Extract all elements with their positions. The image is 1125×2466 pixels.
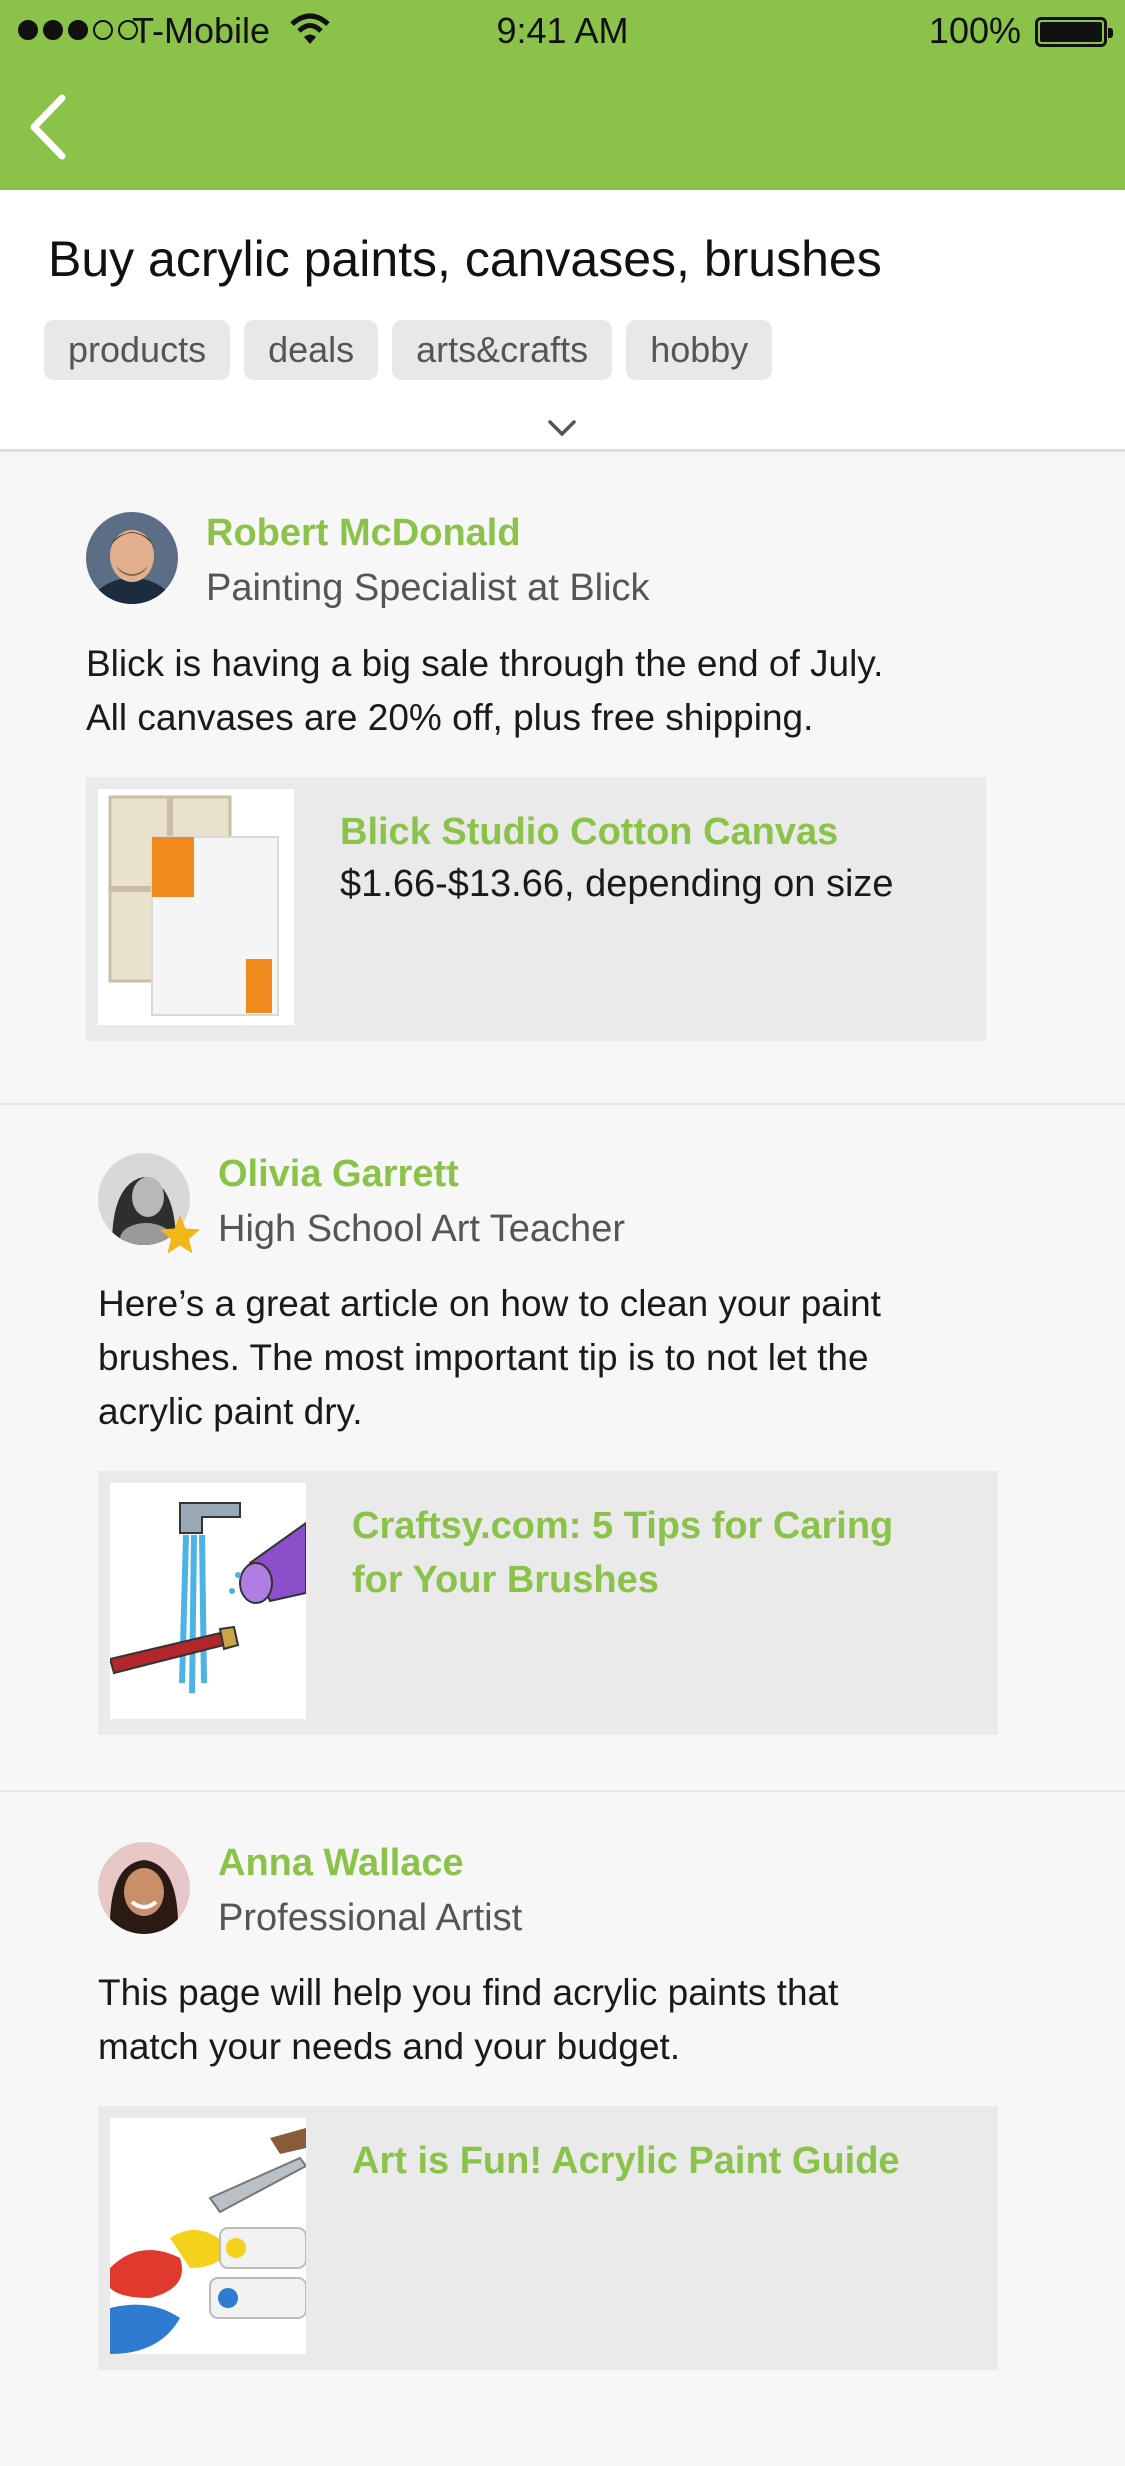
post-text-line: brushes. The most important tip is to no… xyxy=(98,1337,869,1378)
post-card: Olivia Garrett High School Art Teacher H… xyxy=(0,1105,1125,1792)
brush-washing-thumbnail xyxy=(110,1483,306,1719)
chevron-down-icon[interactable] xyxy=(544,416,580,440)
post-card: Anna Wallace Professional Artist This pa… xyxy=(0,1792,1125,2466)
battery-icon xyxy=(1035,17,1113,47)
link-card[interactable]: Craftsy.com: 5 Tips for Caring for Your … xyxy=(98,1471,998,1735)
topic-panel: Buy acrylic paints, canvases, brushes pr… xyxy=(0,190,1125,452)
post-text-line: match your needs and your budget. xyxy=(98,2026,681,2067)
author-role: Painting Specialist at Blick xyxy=(206,567,650,609)
app-header: T-Mobile 9:41 AM 100% xyxy=(0,0,1125,190)
author-name[interactable]: Olivia Garrett xyxy=(218,1153,459,1196)
post-card: Robert McDonald Painting Specialist at B… xyxy=(0,455,1125,1105)
tag-hobby[interactable]: hobby xyxy=(626,320,773,380)
link-card[interactable]: Blick Studio Cotton Canvas $1.66-$13.66,… xyxy=(86,777,986,1041)
post-text-line: Blick is having a big sale through the e… xyxy=(86,643,884,684)
avatar[interactable] xyxy=(98,1842,190,1934)
post-text-line: This page will help you find acrylic pai… xyxy=(98,1972,839,2013)
status-bar: T-Mobile 9:41 AM 100% xyxy=(0,0,1125,62)
topic-title: Buy acrylic paints, canvases, brushes xyxy=(48,231,882,287)
link-title-line: Craftsy.com: 5 Tips for Caring xyxy=(352,1505,894,1547)
tag-products[interactable]: products xyxy=(44,320,231,380)
post-text: Blick is having a big sale through the e… xyxy=(86,637,1006,745)
post-text: This page will help you find acrylic pai… xyxy=(98,1966,1018,2074)
tag-arts-crafts[interactable]: arts&crafts xyxy=(392,320,613,380)
link-title-line: for Your Brushes xyxy=(352,1559,659,1601)
back-chevron-icon[interactable] xyxy=(22,92,82,162)
post-text: Here’s a great article on how to clean y… xyxy=(98,1277,1018,1439)
canvas-thumbnail xyxy=(98,789,294,1025)
author-role: High School Art Teacher xyxy=(218,1208,625,1250)
tag-deals[interactable]: deals xyxy=(244,320,379,380)
post-text-line: acrylic paint dry. xyxy=(98,1391,363,1432)
avatar[interactable] xyxy=(86,512,178,604)
battery-percentage: 100% xyxy=(928,10,1021,51)
link-title[interactable]: Blick Studio Cotton Canvas xyxy=(340,805,950,859)
link-subtitle: $1.66-$13.66, depending on size xyxy=(340,863,894,905)
author-name[interactable]: Robert McDonald xyxy=(206,512,521,555)
post-text-line: All canvases are 20% off, plus free ship… xyxy=(86,697,814,738)
link-card[interactable]: Art is Fun! Acrylic Paint Guide xyxy=(98,2106,998,2370)
star-icon xyxy=(160,1215,200,1254)
tag-list: products deals arts&crafts hobby xyxy=(44,320,773,380)
paint-tubes-thumbnail xyxy=(110,2118,306,2354)
author-name[interactable]: Anna Wallace xyxy=(218,1842,464,1885)
link-title[interactable]: Craftsy.com: 5 Tips for Caring for Your … xyxy=(352,1499,962,1607)
link-title[interactable]: Art is Fun! Acrylic Paint Guide xyxy=(352,2134,962,2188)
post-text-line: Here’s a great article on how to clean y… xyxy=(98,1283,881,1324)
author-role: Professional Artist xyxy=(218,1897,523,1939)
